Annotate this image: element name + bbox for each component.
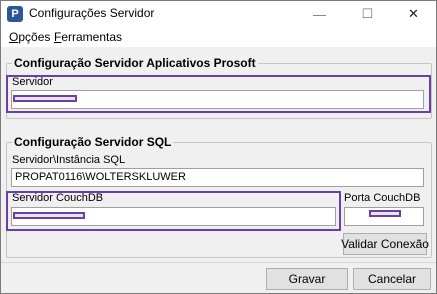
prosoft-app-icon: P xyxy=(7,6,23,22)
minimize-icon[interactable]: — xyxy=(297,1,342,27)
instancia-sql-label: Servidor\Instância SQL xyxy=(12,154,126,166)
sql-group-title: Configuração Servidor SQL xyxy=(12,135,174,149)
menu-ferramentas-label: erramentas xyxy=(61,30,123,44)
configuracoes-servidor-window: P Configurações Servidor — ☐ ✕ Opções Fe… xyxy=(0,0,437,294)
servidor-value-redaction xyxy=(13,95,77,102)
menu-ferramentas[interactable]: Ferramentas xyxy=(54,30,122,44)
title-bar[interactable]: P Configurações Servidor — ☐ ✕ xyxy=(1,1,436,27)
instancia-sql-input[interactable]: PROPAT0116\WOLTERSKLUWER xyxy=(11,168,424,187)
porta-couchdb-label: Porta CouchDB xyxy=(344,192,421,204)
menu-bar: Opções Ferramentas xyxy=(1,27,436,47)
gravar-button[interactable]: Gravar xyxy=(266,268,348,290)
maximize-icon[interactable]: ☐ xyxy=(345,1,390,27)
menu-opcoes-mnemonic: O xyxy=(9,30,19,44)
footer-divider xyxy=(1,262,436,263)
menu-opcoes[interactable]: Opções xyxy=(9,30,50,44)
cancelar-button[interactable]: Cancelar xyxy=(353,268,431,290)
porta-value-redaction xyxy=(369,210,401,217)
servidor-label: Servidor xyxy=(12,76,53,88)
couchdb-value-redaction xyxy=(13,212,85,219)
window-title: Configurações Servidor xyxy=(29,6,155,20)
close-icon[interactable]: ✕ xyxy=(391,1,436,27)
prosoft-group-title: Configuração Servidor Aplicativos Prosof… xyxy=(12,56,258,70)
validar-conexao-button[interactable]: Validar Conexão xyxy=(341,233,429,255)
menu-opcoes-label: pções xyxy=(18,30,51,44)
couchdb-server-label: Servidor CouchDB xyxy=(12,192,104,204)
